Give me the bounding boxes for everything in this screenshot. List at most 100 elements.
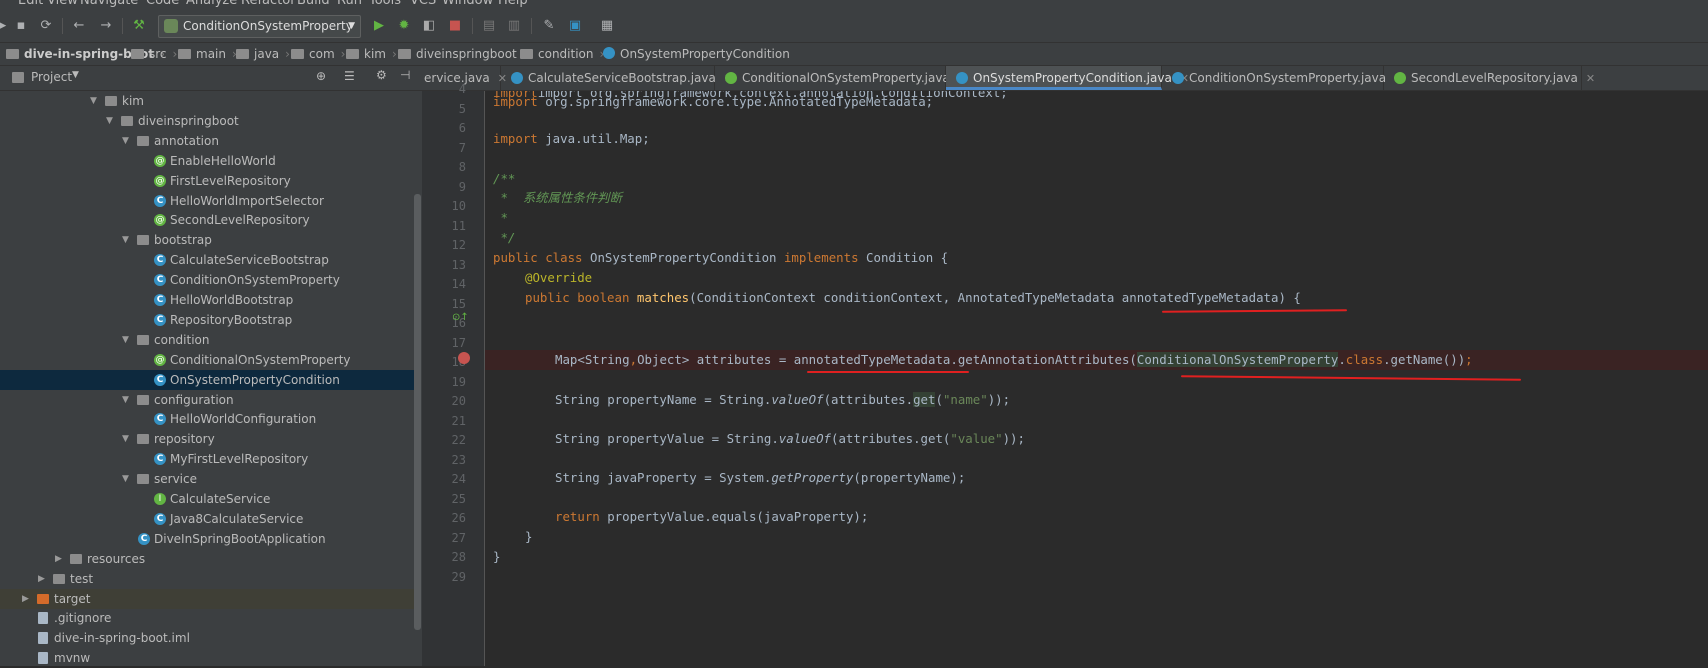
chevron-down-icon[interactable]: ▼ [122,230,132,250]
tree-item[interactable]: ▼ configuration [0,390,414,410]
tree-item[interactable]: C DiveInSpringBootApplication [0,529,414,549]
build-hammer-icon[interactable]: ⚒ [130,17,148,35]
tree-item[interactable]: I CalculateService [0,489,414,509]
editor-gutter[interactable]: 4567891011121314151617181920212223242526… [422,82,485,666]
tree-item[interactable]: ▶ resources [0,549,414,569]
breadcrumb-item-main[interactable]: main › [178,46,237,62]
menu-window[interactable]: Window [442,0,493,8]
forward-arrow-icon[interactable]: → [97,17,115,35]
tree-item[interactable]: mvnw [0,648,414,668]
tab-conditionalonsystemproperty[interactable]: ConditionalOnSystemProperty.java✕ [715,66,967,90]
tree-item[interactable]: C Java8CalculateService [0,509,414,529]
run-icon[interactable]: ▶ [370,17,388,35]
menu-build[interactable]: Build [297,0,330,8]
settings-wrench-icon[interactable]: ✎ [540,17,558,35]
tree-item[interactable]: ▼ diveinspringboot [0,111,414,131]
breadcrumb-item-diveinspringboot[interactable]: diveinspringboot› [398,46,528,62]
tree-item[interactable]: dive-in-spring-boot.iml [0,628,414,648]
tree-item[interactable]: @ SecondLevelRepository [0,210,414,230]
folder-icon [178,49,191,59]
sdk-icon[interactable]: ▥ [505,17,523,35]
stop-icon[interactable]: ■ [446,17,464,35]
menu-navigate[interactable]: Navigate [80,0,138,8]
chevron-down-icon[interactable]: ▼ [90,91,100,111]
project-panel-title[interactable]: Project [31,70,72,84]
open-icon[interactable]: ▸ [0,17,12,35]
chevron-down-icon[interactable]: ▼ [122,429,132,449]
folder-icon [105,96,117,106]
class-icon: C [138,532,150,545]
sync-icon[interactable]: ⟳ [37,17,55,35]
tree-item[interactable]: ▶ target [0,588,414,609]
tree-item[interactable]: @ EnableHelloWorld [0,151,414,171]
coverage-icon[interactable]: ◧ [420,17,438,35]
menu-refactor[interactable]: Refactor [241,0,296,8]
breadcrumb-item-kim[interactable]: kim › [346,46,397,62]
chevron-right-icon[interactable]: ▶ [22,589,32,609]
tree-item[interactable]: C CalculateServiceBootstrap [0,250,414,270]
run-configuration-select[interactable]: ConditionOnSystemProperty ▼ [158,15,361,38]
tree-item[interactable]: ▼ kim [0,91,414,111]
tree-item[interactable]: ▼ annotation [0,131,414,151]
tree-item[interactable]: ▼ bootstrap [0,230,414,250]
tree-item[interactable]: C HelloWorldImportSelector [0,191,414,211]
tree-scrollbar[interactable] [414,194,421,630]
tree-item[interactable]: C HelloWorldConfiguration [0,409,414,429]
collapse-all-icon[interactable]: ☰ [344,69,355,83]
tab-conditiononsystemproperty[interactable]: ConditionOnSystemProperty.java✕ [1162,66,1403,90]
tree-item[interactable]: ▼ repository [0,429,414,449]
chevron-right-icon[interactable]: ▶ [55,549,65,569]
hide-panel-icon[interactable]: ⊣ [400,68,410,82]
tree-item-label: diveinspringboot [138,113,239,128]
folder-icon [137,334,149,345]
tree-item[interactable]: .gitignore [0,608,414,628]
tab-onsystempropertycondition[interactable]: OnSystemPropertyCondition.java ✕ [946,66,1189,90]
code-line-21: String propertyValue = String.valueOf(at… [555,431,1025,446]
tree-item-label: target [54,591,91,606]
breadcrumb-item-com[interactable]: com › [291,46,345,62]
tree-item[interactable]: ▶ test [0,569,414,589]
menu-help[interactable]: Help [498,0,528,8]
breadcrumb-item-condition[interactable]: condition › [520,46,604,62]
chevron-down-icon[interactable]: ▼ [122,131,132,151]
close-icon[interactable]: ✕ [1586,72,1595,85]
chevron-down-icon[interactable]: ▼ [72,70,79,80]
chevron-down-icon[interactable]: ▼ [106,111,116,131]
menu-analyze[interactable]: Analyze [186,0,237,8]
project-structure-icon[interactable]: ▤ [480,17,498,35]
structure-icon[interactable]: ▣ [566,17,584,35]
menu-edit[interactable]: Edit [18,0,43,8]
chevron-down-icon[interactable]: ▼ [122,469,132,489]
menu-view[interactable]: View [47,0,78,8]
debug-icon[interactable]: ✹ [395,17,413,35]
menu-vcs[interactable]: VCS [410,0,436,8]
tab-calculateservicebootstrap[interactable]: CalculateServiceBootstrap.java✕ [501,66,733,90]
menu-run[interactable]: Run [337,0,362,8]
terminal-icon[interactable]: ▦ [598,17,616,35]
tree-item[interactable]: C RepositoryBootstrap [0,310,414,330]
back-arrow-icon[interactable]: ← [70,17,88,35]
code-editor[interactable]: importimport org.springframework.context… [485,91,1708,666]
tree-item[interactable]: @ ConditionalOnSystemProperty [0,350,414,370]
chevron-down-icon[interactable]: ▼ [122,390,132,410]
breakpoint-icon[interactable] [458,352,470,364]
menu-code[interactable]: Code [146,0,179,8]
chevron-right-icon[interactable]: ▶ [38,569,48,589]
chevron-down-icon[interactable]: ▼ [122,330,132,350]
tree-item[interactable]: @ FirstLevelRepository [0,171,414,191]
breadcrumb-item-file[interactable]: OnSystemPropertyCondition [603,46,790,62]
gear-icon[interactable]: ⚙ [376,68,387,82]
tree-item[interactable]: C OnSystemPropertyCondition [0,369,414,390]
menu-tools[interactable]: Tools [369,0,401,8]
tab-secondlevelrepository[interactable]: SecondLevelRepository.java ✕ [1384,66,1595,90]
breadcrumb-item-java[interactable]: java › [236,46,290,62]
tree-item[interactable]: C ConditionOnSystemProperty [0,270,414,290]
save-icon[interactable]: ▪ [12,17,30,35]
tree-item[interactable]: C HelloWorldBootstrap [0,290,414,310]
tree-item[interactable]: C MyFirstLevelRepository [0,449,414,469]
locate-target-icon[interactable]: ⊕ [316,69,326,83]
breadcrumb-item-src[interactable]: src › [131,46,177,62]
override-marker-icon[interactable]: ⊙↑ [452,312,469,323]
tree-item[interactable]: ▼ condition [0,330,414,350]
tree-item[interactable]: ▼ service [0,469,414,489]
